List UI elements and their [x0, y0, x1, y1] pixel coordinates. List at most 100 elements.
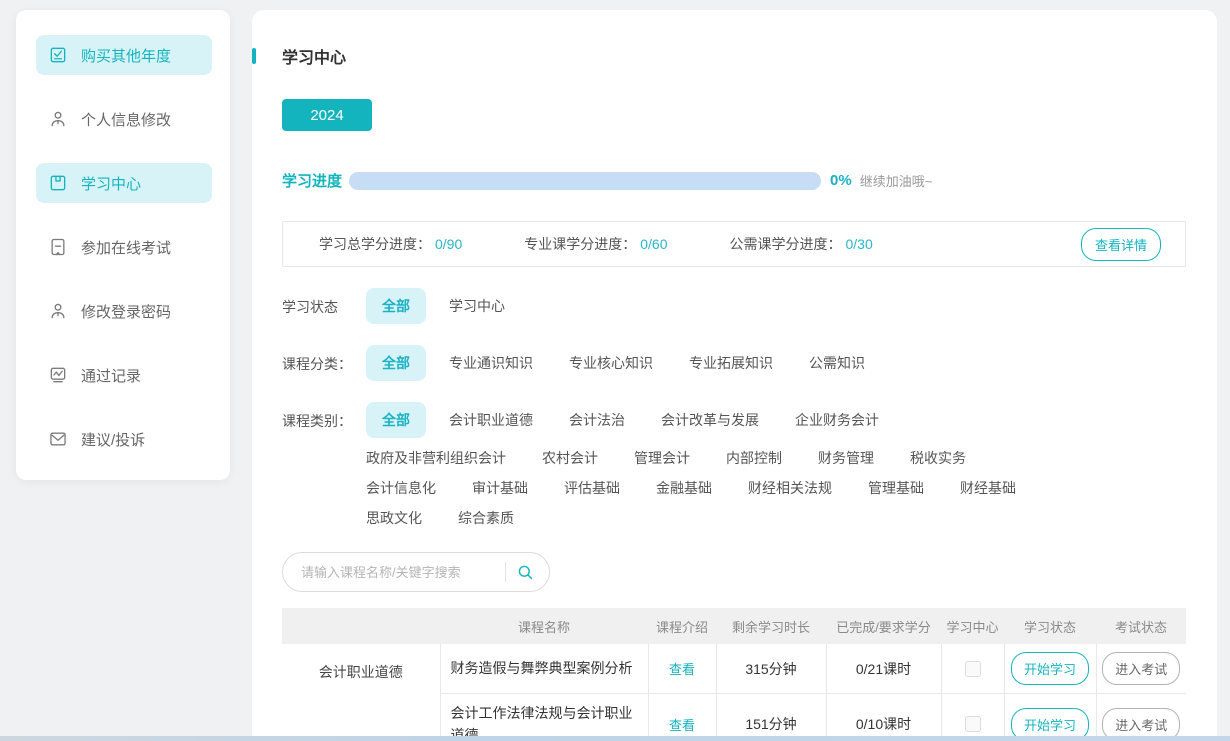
filter-label: 课程类别：	[282, 402, 366, 431]
filter-option[interactable]: 财经相关法规	[748, 478, 832, 498]
filter-option[interactable]: 专业通识知识	[449, 353, 533, 373]
filter-option[interactable]: 管理会计	[634, 448, 690, 468]
progress-row: 学习进度 0% 继续加油哦~	[282, 170, 1217, 191]
filter-option[interactable]: 财务管理	[818, 448, 874, 468]
filter-option[interactable]: 思政文化	[366, 508, 422, 528]
header-category	[282, 608, 440, 644]
filter-option[interactable]: 专业核心知识	[569, 353, 653, 373]
header-course-name: 课程名称	[440, 608, 648, 644]
filter-option[interactable]: 综合素质	[458, 508, 514, 528]
enter-exam-button[interactable]: 进入考试	[1102, 652, 1180, 685]
sidebar-item-edit-profile[interactable]: 个人信息修改	[36, 99, 212, 139]
filter-option[interactable]: 公需知识	[809, 353, 865, 373]
sidebar-item-label: 修改登录密码	[81, 301, 171, 322]
progress-label: 学习进度	[282, 170, 342, 191]
page-header: 学习中心	[282, 44, 1217, 68]
page-title: 学习中心	[282, 44, 346, 68]
filter-label: 课程分类：	[282, 345, 366, 374]
sidebar-item-buy-other-years[interactable]: 购买其他年度	[36, 35, 212, 75]
header-remaining-time: 剩余学习时长	[716, 608, 826, 644]
stat-label: 公需课学分进度：	[730, 236, 842, 252]
stat-label: 学习总学分进度：	[319, 236, 431, 252]
clipboard-check-icon	[48, 45, 68, 65]
filter-option[interactable]: 内部控制	[726, 448, 782, 468]
user-icon	[48, 301, 68, 321]
credit-stats-box: 学习总学分进度：0/90 专业课学分进度：0/60 公需课学分进度：0/30 查…	[282, 221, 1186, 267]
horizontal-scrollbar[interactable]	[0, 736, 1230, 741]
filter-option[interactable]: 企业财务会计	[795, 410, 879, 430]
header-learning-center: 学习中心	[941, 608, 1004, 644]
record-chart-icon	[48, 365, 68, 385]
view-details-button[interactable]: 查看详情	[1081, 228, 1161, 261]
mail-icon	[48, 429, 68, 449]
center-checkbox[interactable]	[965, 661, 981, 677]
filter-chip-all[interactable]: 全部	[366, 402, 426, 438]
main-panel: 学习中心 2024 学习进度 0% 继续加油哦~ 学习总学分进度：0/90 专业…	[252, 10, 1217, 741]
title-accent-bar	[252, 48, 256, 64]
sidebar: 购买其他年度 个人信息修改 学习中心 参加在线考试 修改登录密码 通过记录	[16, 10, 230, 480]
filter-option[interactable]: 会计法治	[569, 410, 625, 430]
filter-chip-all[interactable]: 全部	[366, 288, 426, 324]
stat-label: 专业课学分进度：	[524, 236, 636, 252]
stat-value: 0/30	[846, 236, 873, 252]
filter-option[interactable]: 政府及非营利组织会计	[366, 448, 506, 468]
table-row: 会计职业道德 财务造假与舞弊典型案例分析 查看 315分钟 0/21课时 开始学…	[282, 644, 1186, 694]
progress-note: 继续加油哦~	[860, 171, 933, 190]
sidebar-item-label: 学习中心	[81, 173, 141, 194]
search-icon[interactable]	[516, 563, 535, 582]
filter-study-status: 学习状态 全部 学习中心	[282, 288, 1217, 324]
sidebar-item-pass-records[interactable]: 通过记录	[36, 355, 212, 395]
sidebar-item-online-exam[interactable]: 参加在线考试	[36, 227, 212, 267]
filter-option[interactable]: 学习中心	[449, 296, 505, 316]
course-table: 课程名称 课程介绍 剩余学习时长 已完成/要求学分 学习中心 学习状态 考试状态…	[282, 608, 1186, 741]
filter-options: 全部 会计职业道德 会计法治 会计改革与发展 企业财务会计 政府及非营利组织会计…	[366, 402, 1066, 528]
remaining-time: 315分钟	[716, 644, 826, 694]
stat-value: 0/90	[435, 236, 462, 252]
start-study-button[interactable]: 开始学习	[1011, 652, 1089, 685]
stat-total-credits: 学习总学分进度：0/90	[319, 234, 462, 254]
sidebar-item-feedback[interactable]: 建议/投诉	[36, 419, 212, 459]
filter-label: 学习状态	[282, 288, 366, 317]
filter-course-category: 课程分类： 全部 专业通识知识 专业核心知识 专业拓展知识 公需知识	[282, 345, 1217, 381]
filter-option[interactable]: 农村会计	[542, 448, 598, 468]
filter-option[interactable]: 财经基础	[960, 478, 1016, 498]
filter-chip-all[interactable]: 全部	[366, 345, 426, 381]
credits-progress: 0/10课时	[826, 694, 941, 741]
header-study-status: 学习状态	[1004, 608, 1096, 644]
year-tab-2024[interactable]: 2024	[282, 99, 372, 131]
remaining-time: 151分钟	[716, 694, 826, 741]
credits-progress: 0/21课时	[826, 644, 941, 694]
search-input[interactable]	[301, 565, 495, 580]
sidebar-item-label: 个人信息修改	[81, 109, 171, 130]
filter-options: 全部 学习中心	[366, 288, 1066, 324]
header-credits: 已完成/要求学分	[826, 608, 941, 644]
header-course-intro: 课程介绍	[648, 608, 716, 644]
category-cell: 会计职业道德	[282, 644, 440, 741]
sidebar-item-label: 通过记录	[81, 365, 141, 386]
bookmark-slot-icon	[48, 173, 68, 193]
filter-option[interactable]: 会计职业道德	[449, 410, 533, 430]
filter-options: 全部 专业通识知识 专业核心知识 专业拓展知识 公需知识	[366, 345, 1066, 381]
filter-option[interactable]: 会计信息化	[366, 478, 436, 498]
sidebar-item-change-password[interactable]: 修改登录密码	[36, 291, 212, 331]
exam-paper-icon	[48, 237, 68, 257]
course-search-box	[282, 552, 550, 592]
stat-value: 0/60	[640, 236, 667, 252]
filter-option[interactable]: 会计改革与发展	[661, 410, 759, 430]
progress-bar	[349, 172, 821, 190]
view-intro-link[interactable]: 查看	[669, 662, 695, 677]
sidebar-item-learning-center[interactable]: 学习中心	[36, 163, 212, 203]
filter-option[interactable]: 管理基础	[868, 478, 924, 498]
sidebar-item-label: 参加在线考试	[81, 237, 171, 258]
filter-option[interactable]: 税收实务	[910, 448, 966, 468]
center-checkbox[interactable]	[965, 716, 981, 732]
course-name: 会计工作法律法规与会计职业道德	[440, 694, 648, 741]
filter-option[interactable]: 审计基础	[472, 478, 528, 498]
header-exam-status: 考试状态	[1096, 608, 1186, 644]
filter-option[interactable]: 评估基础	[564, 478, 620, 498]
search-divider	[505, 562, 506, 582]
filter-course-type: 课程类别： 全部 会计职业道德 会计法治 会计改革与发展 企业财务会计 政府及非…	[282, 402, 1217, 528]
filter-option[interactable]: 金融基础	[656, 478, 712, 498]
filter-option[interactable]: 专业拓展知识	[689, 353, 773, 373]
view-intro-link[interactable]: 查看	[669, 718, 695, 733]
